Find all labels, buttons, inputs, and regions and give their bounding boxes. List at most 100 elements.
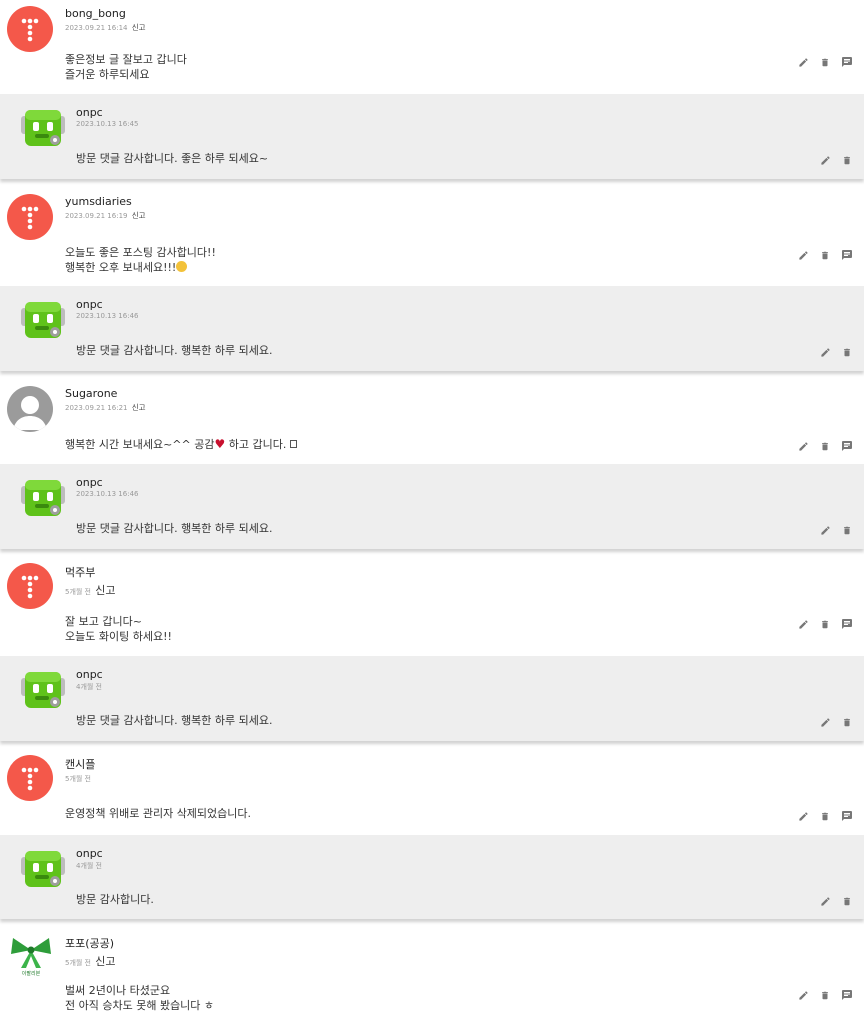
comment-icon[interactable] [840,439,854,453]
robot-avatar-icon [19,666,67,714]
trash-icon[interactable] [840,715,854,729]
comment-date: 2023.09.21 16:21 [65,404,128,412]
avatar-dots-icon [7,6,53,52]
comment-author[interactable]: Sugarone [65,387,117,400]
comment-icon[interactable] [840,248,854,262]
comment-text: 벌써 2년이나 타셨군요 전 아직 승차도 못해 봤습니다 ㅎ [65,984,214,1013]
comment-meta: 5개월 전 [65,774,91,784]
comment-icon[interactable] [840,988,854,1002]
reply-date: 2023.10.13 16:46 [76,490,139,498]
reply-author[interactable]: onpc [76,668,103,681]
comment-line: 행복한 오후 보내세요!!! [65,260,177,274]
comment-author[interactable]: yumsdiaries [65,195,132,208]
reply-actions [818,153,854,167]
robot-avatar-icon [19,104,67,152]
comment-line: 오늘도 좋은 포스팅 감사합니다!! [65,246,216,259]
comment-line: 즐거운 하루되세요 [65,67,150,81]
comment-actions [796,988,854,1002]
reply-date: 4개월 전 [76,862,102,870]
trash-icon[interactable] [818,809,832,823]
pencil-icon[interactable] [796,809,810,823]
trash-icon[interactable] [840,345,854,359]
report-link[interactable]: 신고 [132,23,146,32]
reply-author[interactable]: onpc [76,106,103,119]
trash-icon[interactable] [818,439,832,453]
comment-item: 먹주부 5개월 전 신고 잘 보고 갑니다~ 오늘도 화이팅 하세요!! [0,557,864,656]
trash-icon[interactable] [818,617,832,631]
robot-avatar-icon [19,296,67,344]
reply-author[interactable]: onpc [76,298,103,311]
reply-actions [818,523,854,537]
comment-item: yumsdiaries 2023.09.21 16:19 신고오늘도 좋은 포스팅… [0,188,864,286]
comment-item: 캔시플 5개월 전운영정책 위배로 관리자 삭제되었습니다. [0,749,864,835]
comment-author[interactable]: 캔시플 [65,756,95,772]
trash-icon[interactable] [818,55,832,69]
comment-text: 운영정책 위배로 관리자 삭제되었습니다. [65,807,251,822]
pencil-icon[interactable] [818,894,832,908]
comment-line: 잘 보고 갑니다~ [65,615,142,628]
reply-actions [818,345,854,359]
avatar-ribbon-icon: 이팔리본 [7,932,55,980]
robot-avatar-icon [19,474,67,522]
reply-item: onpc 4개월 전방문 댓글 감사합니다. 행복한 하루 되세요. [0,656,864,741]
pencil-icon[interactable] [818,523,832,537]
avatar-dots-icon [7,194,53,240]
reply-actions [818,715,854,729]
reply-text: 방문 댓글 감사합니다. 행복한 하루 되세요. [76,522,273,535]
reply-date: 4개월 전 [76,683,102,691]
trash-icon[interactable] [840,153,854,167]
comment-meta: 2023.09.21 16:19 신고 [65,210,146,221]
reply-item: onpc 2023.10.13 16:46 방문 댓글 감사합니다. 행복한 하루 … [0,464,864,549]
avatar-caption: 이팔리본 [21,971,41,977]
comment-line: 하고 갑니다. [225,438,290,451]
report-link[interactable]: 신고 [132,211,146,220]
pencil-icon[interactable] [796,617,810,631]
comment-actions [796,617,854,631]
pencil-icon[interactable] [796,55,810,69]
reply-item: onpc 2023.10.13 16:46 방문 댓글 감사합니다. 행복한 하루 … [0,286,864,371]
trash-icon[interactable] [840,523,854,537]
reply-author[interactable]: onpc [76,476,103,489]
trash-icon[interactable] [840,894,854,908]
avatar-dots-icon [7,755,53,801]
pencil-icon[interactable] [818,153,832,167]
reply-actions [818,894,854,908]
comment-item: Sugarone 2023.09.21 16:21 신고 행복한 시간 보내세요~^… [0,380,864,464]
report-link[interactable]: 신고 [132,403,146,412]
report-link[interactable]: 신고 [95,955,115,968]
comment-author[interactable]: 먹주부 [65,564,95,580]
comment-actions [796,439,854,453]
comment-line: 오늘도 화이팅 하세요!! [65,629,172,643]
comment-line: 좋은정보 글 잘보고 갑니다 [65,53,187,66]
trash-icon[interactable] [818,988,832,1002]
comment-actions [796,55,854,69]
comment-author[interactable]: bong_bong [65,7,126,20]
comment-icon[interactable] [840,617,854,631]
reply-text: 방문 댓글 감사합니다. 행복한 하루 되세요. [76,344,273,357]
reply-text: 방문 댓글 감사합니다. 행복한 하루 되세요. [76,714,273,727]
comment-date: 5개월 전 [65,775,91,783]
report-link[interactable]: 신고 [95,584,115,597]
comment-icon[interactable] [840,809,854,823]
pencil-icon[interactable] [796,248,810,262]
avatar-person-icon [7,386,53,432]
comment-text: 오늘도 좋은 포스팅 감사합니다!! 행복한 오후 보내세요!!! [65,246,216,275]
reply-date: 2023.10.13 16:45 [76,120,139,128]
reply-author[interactable]: onpc [76,847,103,860]
pencil-icon[interactable] [818,345,832,359]
comment-actions [796,809,854,823]
pencil-icon[interactable] [796,988,810,1002]
reply-item: onpc 4개월 전 방문 감사합니다. [0,835,864,919]
reply-text: 방문 댓글 감사합니다. 좋은 하루 되세요~ [76,152,269,165]
comment-icon[interactable] [840,55,854,69]
comment-author[interactable]: 포포(공공) [65,935,114,951]
comment-line: 운영정책 위배로 관리자 삭제되었습니다. [65,807,252,820]
pencil-icon[interactable] [818,715,832,729]
pencil-icon[interactable] [796,439,810,453]
unknown-glyph-icon [289,440,297,448]
trash-icon[interactable] [818,248,832,262]
comment-text: 잘 보고 갑니다~ 오늘도 화이팅 하세요!! [65,615,172,644]
smile-emoji-icon [176,260,188,272]
comment-line: 전 아직 승차도 못해 봤습니다 ㅎ [65,998,215,1012]
comment-date: 5개월 전 [65,959,91,967]
